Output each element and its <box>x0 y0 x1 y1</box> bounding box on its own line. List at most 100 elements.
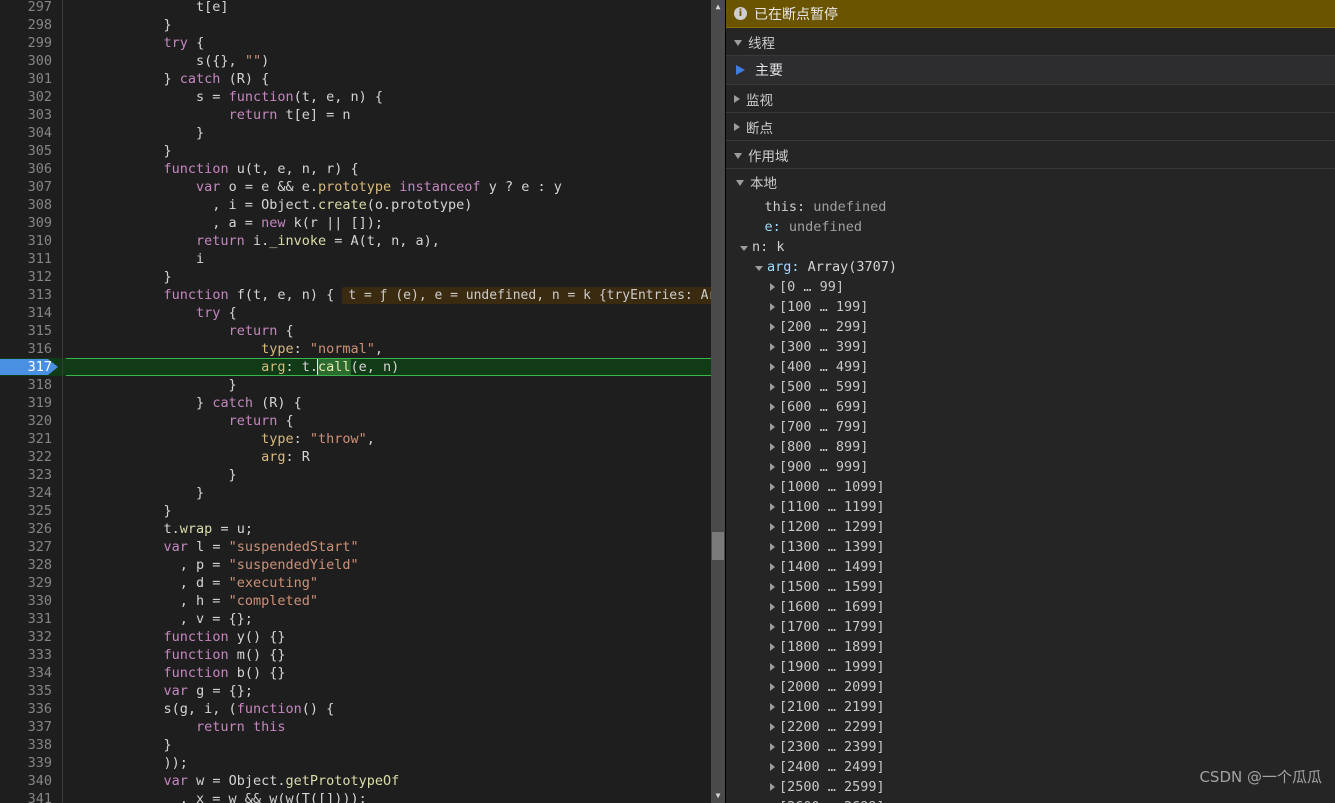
code-text[interactable]: return i._invoke = A(t, n, a), <box>66 232 440 250</box>
code-line[interactable]: 337 return this <box>0 718 725 736</box>
line-number[interactable]: 308 <box>0 196 56 214</box>
code-line[interactable]: 313 function f(t, e, n) { t = ƒ (e), e =… <box>0 286 725 304</box>
code-text[interactable]: } <box>66 124 204 142</box>
section-header-threads[interactable]: 线程 <box>726 28 1335 56</box>
line-number[interactable]: 336 <box>0 700 56 718</box>
code-line[interactable]: 301 } catch (R) { <box>0 70 725 88</box>
code-line[interactable]: 302 s = function(t, e, n) { <box>0 88 725 106</box>
code-line[interactable]: 306 function u(t, e, n, r) { <box>0 160 725 178</box>
code-text[interactable]: s(g, i, (function() { <box>66 700 335 718</box>
code-text[interactable]: } <box>66 466 237 484</box>
section-header-breakpoints[interactable]: 断点 <box>726 113 1335 141</box>
line-number[interactable]: 297 <box>0 0 56 16</box>
array-chunk-row[interactable]: [1200 … 1299] <box>726 517 1335 537</box>
code-text[interactable]: t.wrap = u; <box>66 520 253 538</box>
array-chunk-row[interactable]: [1000 … 1099] <box>726 477 1335 497</box>
line-number[interactable]: 304 <box>0 124 56 142</box>
line-number[interactable]: 320 <box>0 412 56 430</box>
code-text[interactable]: , v = {}; <box>66 610 253 628</box>
array-chunk-row[interactable]: [2300 … 2399] <box>726 737 1335 757</box>
array-chunk-row[interactable]: [700 … 799] <box>726 417 1335 437</box>
line-number[interactable]: 319 <box>0 394 56 412</box>
code-text[interactable]: } <box>66 484 204 502</box>
array-chunk-row[interactable]: [1500 … 1599] <box>726 577 1335 597</box>
chevron-right-icon[interactable] <box>770 543 775 551</box>
array-chunk-row[interactable]: [1100 … 1199] <box>726 497 1335 517</box>
chevron-right-icon[interactable] <box>770 303 775 311</box>
code-line[interactable]: 334 function b() {} <box>0 664 725 682</box>
line-number[interactable]: 341 <box>0 790 56 803</box>
line-number[interactable]: 329 <box>0 574 56 592</box>
section-header-scope[interactable]: 作用域 <box>726 141 1335 169</box>
array-chunk-row[interactable]: [0 … 99] <box>726 277 1335 297</box>
chevron-right-icon[interactable] <box>770 623 775 631</box>
code-line[interactable]: 299 try { <box>0 34 725 52</box>
code-text[interactable]: } <box>66 268 172 286</box>
line-number[interactable]: 318 <box>0 376 56 394</box>
code-line[interactable]: 297 t[e] <box>0 0 725 16</box>
array-chunk-row[interactable]: [1700 … 1799] <box>726 617 1335 637</box>
line-number[interactable]: 314 <box>0 304 56 322</box>
code-line[interactable]: 338 } <box>0 736 725 754</box>
variable-row[interactable]: e: undefined <box>726 217 1335 237</box>
code-text[interactable]: , d = "executing" <box>66 574 318 592</box>
array-chunk-row[interactable]: [300 … 399] <box>726 337 1335 357</box>
line-number[interactable]: 302 <box>0 88 56 106</box>
line-number[interactable]: 306 <box>0 160 56 178</box>
line-number[interactable]: 317 <box>0 358 56 376</box>
code-line[interactable]: 327 var l = "suspendedStart" <box>0 538 725 556</box>
chevron-right-icon[interactable] <box>770 463 775 471</box>
code-text[interactable]: , a = new k(r || []); <box>66 214 383 232</box>
line-number[interactable]: 327 <box>0 538 56 556</box>
line-number[interactable]: 303 <box>0 106 56 124</box>
chevron-right-icon[interactable] <box>770 443 775 451</box>
array-chunk-row[interactable]: [600 … 699] <box>726 397 1335 417</box>
chevron-right-icon[interactable] <box>770 683 775 691</box>
code-text[interactable]: function f(t, e, n) { t = ƒ (e), e = und… <box>66 286 725 304</box>
array-chunk-row[interactable]: [500 … 599] <box>726 377 1335 397</box>
code-text[interactable]: s({}, "") <box>66 52 269 70</box>
code-line[interactable]: 325 } <box>0 502 725 520</box>
code-line[interactable]: 335 var g = {}; <box>0 682 725 700</box>
array-chunk-row[interactable]: [2200 … 2299] <box>726 717 1335 737</box>
line-number[interactable]: 335 <box>0 682 56 700</box>
chevron-right-icon[interactable] <box>770 723 775 731</box>
scroll-up-arrow[interactable]: ▲ <box>711 0 725 14</box>
line-number[interactable]: 323 <box>0 466 56 484</box>
code-text[interactable]: )); <box>66 754 188 772</box>
code-line[interactable]: 341 , x = w && w(w(T([]))); <box>0 790 725 803</box>
code-line[interactable]: 307 var o = e && e.prototype instanceof … <box>0 178 725 196</box>
code-line[interactable]: 333 function m() {} <box>0 646 725 664</box>
code-text[interactable]: , h = "completed" <box>66 592 318 610</box>
code-lines-container[interactable]: 297 t[e] 298 } 299 try {300 s({}, "") 301 }… <box>0 0 725 803</box>
code-line[interactable]: 336 s(g, i, (function() { <box>0 700 725 718</box>
line-number[interactable]: 322 <box>0 448 56 466</box>
array-chunk-row[interactable]: [2600 … 2699] <box>726 797 1335 803</box>
chevron-right-icon[interactable] <box>770 483 775 491</box>
code-text[interactable]: return { <box>66 322 294 340</box>
code-text[interactable]: try { <box>66 304 237 322</box>
code-line[interactable]: 322 arg: R <box>0 448 725 466</box>
array-chunk-row[interactable]: [900 … 999] <box>726 457 1335 477</box>
code-line[interactable]: 311 i <box>0 250 725 268</box>
chevron-right-icon[interactable] <box>770 323 775 331</box>
code-text[interactable]: return { <box>66 412 294 430</box>
code-text[interactable]: type: "throw", <box>66 430 375 448</box>
code-line[interactable]: 323 } <box>0 466 725 484</box>
code-line[interactable]: 308 , i = Object.create(o.prototype) <box>0 196 725 214</box>
code-text[interactable]: } catch (R) { <box>66 394 302 412</box>
code-text[interactable]: try { <box>66 34 205 52</box>
code-line[interactable]: 312 } <box>0 268 725 286</box>
code-text[interactable]: } <box>66 736 172 754</box>
line-number[interactable]: 324 <box>0 484 56 502</box>
line-number[interactable]: 331 <box>0 610 56 628</box>
code-line-current[interactable]: 317 arg: t.call(e, n) <box>0 358 725 376</box>
code-text[interactable]: arg: R <box>66 448 310 466</box>
line-number[interactable]: 298 <box>0 16 56 34</box>
chevron-down-icon[interactable] <box>755 265 763 271</box>
line-number[interactable]: 312 <box>0 268 56 286</box>
chevron-right-icon[interactable] <box>770 703 775 711</box>
chevron-right-icon[interactable] <box>770 383 775 391</box>
chevron-down-icon[interactable] <box>740 245 748 251</box>
code-text[interactable]: i <box>66 250 204 268</box>
